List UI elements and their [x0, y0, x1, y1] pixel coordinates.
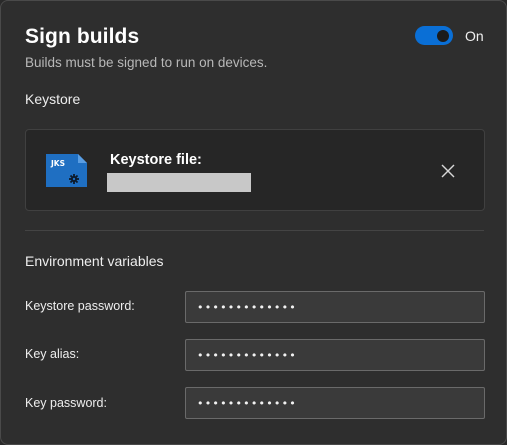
- toggle-state-label: On: [465, 27, 484, 44]
- key-alias-input[interactable]: [185, 339, 485, 371]
- jks-file-icon: JKS: [46, 154, 87, 187]
- page-subtitle: Builds must be signed to run on devices.: [25, 55, 268, 70]
- key-alias-label: Key alias:: [25, 347, 80, 361]
- keystore-file-value: [107, 173, 251, 192]
- jks-icon-text: JKS: [50, 159, 65, 168]
- gear-icon: [69, 174, 79, 184]
- keystore-section-title: Keystore: [25, 91, 81, 107]
- close-icon[interactable]: [438, 161, 458, 181]
- environment-section-title: Environment variables: [25, 253, 164, 269]
- key-password-input[interactable]: [185, 387, 485, 419]
- sign-builds-toggle[interactable]: [415, 26, 453, 45]
- keystore-password-input[interactable]: [185, 291, 485, 323]
- keystore-file-card: JKS Keystore file:: [25, 129, 485, 211]
- page-title: Sign builds: [25, 25, 140, 48]
- sign-builds-toggle-group: On: [415, 26, 484, 45]
- keystore-file-label: Keystore file:: [110, 152, 202, 168]
- keystore-password-label: Keystore password:: [25, 299, 135, 313]
- section-divider: [25, 230, 484, 231]
- sign-builds-panel: Sign builds Builds must be signed to run…: [0, 0, 507, 445]
- key-password-label: Key password:: [25, 396, 107, 410]
- toggle-knob: [437, 29, 449, 42]
